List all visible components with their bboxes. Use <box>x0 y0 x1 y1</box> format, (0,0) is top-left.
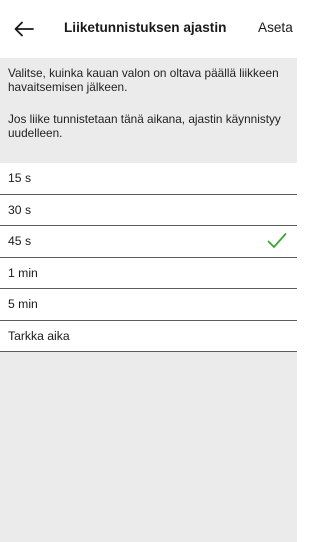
checkmark-icon <box>267 233 287 248</box>
description-text: Valitse, kuinka kauan valon on oltava pä… <box>8 66 279 94</box>
option-5min[interactable]: 5 min <box>0 289 297 321</box>
timer-options-list: 15 s 30 s 45 s 1 min 5 min Tarkka aika <box>0 163 297 352</box>
option-1min[interactable]: 1 min <box>0 257 297 289</box>
back-button[interactable] <box>11 17 37 41</box>
option-label: Tarkka aika <box>8 328 70 343</box>
option-label: 15 s <box>8 171 32 185</box>
option-label: 45 s <box>8 234 32 248</box>
option-30s[interactable]: 30 s <box>0 194 297 226</box>
app-header: Liiketunnistuksen ajastin Aseta <box>0 0 297 58</box>
option-exact-time[interactable]: Tarkka aika <box>0 320 297 352</box>
page-title: Liiketunnistuksen ajastin <box>64 20 227 35</box>
arrow-left-icon <box>14 21 34 37</box>
empty-area <box>0 352 297 542</box>
option-15s[interactable]: 15 s <box>0 163 297 195</box>
option-label: 1 min <box>8 265 38 280</box>
option-label: 5 min <box>8 297 38 311</box>
option-label: 30 s <box>8 202 32 217</box>
description-note: Jos liike tunnistetaan tänä aikana, ajas… <box>8 112 281 140</box>
description-panel: Valitse, kuinka kauan valon on oltava pä… <box>0 58 297 163</box>
set-button[interactable]: Aseta <box>258 20 293 35</box>
option-45s[interactable]: 45 s <box>0 226 297 258</box>
